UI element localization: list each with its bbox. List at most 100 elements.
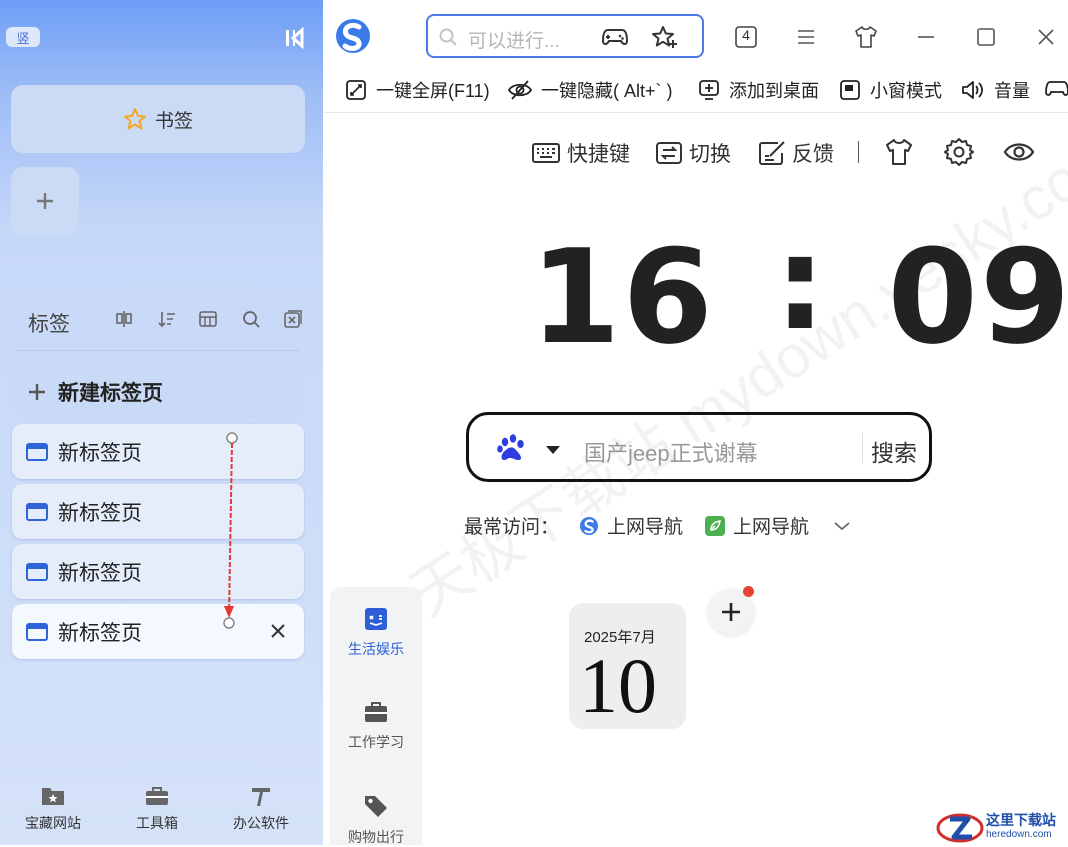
- engine-dropdown-icon[interactable]: [545, 445, 561, 455]
- notification-dot: [743, 586, 754, 597]
- bottom-nav-label: 工具箱: [136, 815, 178, 831]
- bottom-nav-treasure[interactable]: 宝藏网站: [8, 785, 98, 833]
- frequent-link-label: 上网导航: [733, 517, 810, 538]
- corner-logo-title: 这里下载站: [986, 812, 1056, 829]
- settings-gear-icon[interactable]: [944, 137, 974, 167]
- new-tab-label: 新建标签页: [58, 382, 163, 405]
- volume-button[interactable]: 音量: [961, 77, 1030, 103]
- frequent-link[interactable]: 上网导航: [705, 512, 809, 539]
- tab-title: 新标签页: [58, 621, 142, 645]
- search-icon: [439, 28, 457, 46]
- close-tab-icon[interactable]: [268, 621, 288, 641]
- eye-icon[interactable]: [1003, 139, 1035, 165]
- skin-shirt-icon[interactable]: [884, 137, 914, 167]
- site-logo-icon: [936, 813, 984, 842]
- skin-shirt-icon[interactable]: [853, 24, 879, 50]
- frequent-link-label: 上网导航: [607, 517, 684, 538]
- browser-tab-icon: [26, 502, 48, 521]
- sort-icon[interactable]: [157, 309, 177, 329]
- add-bookmark-button[interactable]: [11, 167, 79, 235]
- green-leaf-icon: [705, 515, 726, 536]
- plus-icon: [37, 193, 53, 209]
- tab-item[interactable]: 新标签页: [12, 424, 304, 479]
- game-mode-button[interactable]: [1045, 77, 1068, 99]
- tab-item[interactable]: 新标签页: [12, 484, 304, 539]
- align-icon[interactable]: [114, 309, 134, 329]
- browser-logo-icon[interactable]: [334, 17, 372, 55]
- tab-item[interactable]: 新标签页: [12, 544, 304, 599]
- main-search-box[interactable]: 国产jeep正式谢幕 搜索: [466, 412, 932, 482]
- gamepad-icon[interactable]: [602, 26, 628, 48]
- bookmark-card[interactable]: 书签: [11, 85, 305, 153]
- divider: [14, 350, 300, 351]
- volume-icon: [962, 81, 983, 99]
- switch-button[interactable]: 切换: [655, 138, 731, 168]
- frequent-visits: 最常访问： 上网导航 上网导航: [464, 512, 851, 539]
- chevron-down-icon[interactable]: [833, 520, 851, 532]
- mini-window-button[interactable]: 小窗模式: [839, 77, 942, 103]
- feedback-button[interactable]: 反馈: [758, 138, 834, 168]
- browser-tab-icon: [26, 442, 48, 461]
- frequent-link[interactable]: 上网导航: [579, 512, 683, 539]
- add-to-desktop-button[interactable]: 添加到桌面: [698, 77, 819, 103]
- clock: 16 : 09: [530, 218, 1068, 362]
- hide-window-button[interactable]: 一键隐藏( Alt+` ): [508, 77, 673, 103]
- new-tab-button[interactable]: 新建标签页: [14, 366, 302, 418]
- bottom-nav-office[interactable]: 办公软件: [216, 785, 306, 833]
- category-entertainment[interactable]: 生活娱乐: [330, 607, 422, 659]
- collapse-sidebar-icon[interactable]: [283, 27, 307, 49]
- add-to-desktop-label: 添加到桌面: [729, 81, 819, 101]
- tab-count-button[interactable]: 4: [733, 24, 759, 50]
- keyboard-icon: [532, 143, 560, 163]
- drag-arrow-indicator: [223, 432, 238, 629]
- minimize-icon[interactable]: [913, 24, 939, 50]
- add-desktop-icon: [699, 80, 719, 100]
- switch-icon: [656, 142, 682, 164]
- bottom-nav-toolbox[interactable]: 工具箱: [112, 785, 202, 833]
- fullscreen-button[interactable]: 一键全屏(F11): [345, 77, 490, 103]
- calendar-day: 10: [579, 642, 657, 729]
- tab-title: 新标签页: [58, 561, 142, 585]
- toolbox-icon: [146, 787, 168, 805]
- clock-colon: :: [774, 207, 829, 359]
- close-window-icon[interactable]: [1033, 24, 1059, 50]
- fullscreen-label: 一键全屏(F11): [376, 81, 490, 101]
- sidebar: 竖 书签 标签 新建标签页 新标签页 新标签页 新标签页 新标签页 宝藏网站 工…: [0, 0, 323, 845]
- star-icon: [123, 108, 146, 130]
- star-add-icon[interactable]: [652, 25, 678, 49]
- clock-hours: 16: [530, 221, 715, 373]
- tabs-section-title: 标签: [28, 313, 70, 336]
- shortcut-keys-button[interactable]: 快捷键: [531, 138, 630, 168]
- search-tabs-icon[interactable]: [241, 309, 261, 329]
- calendar-widget[interactable]: 2025年7月 10: [569, 603, 686, 729]
- toolbar-separator: [858, 141, 859, 163]
- hide-eye-icon: [508, 80, 532, 100]
- search-button[interactable]: 搜索: [871, 434, 917, 468]
- plus-icon: [29, 384, 45, 400]
- baidu-paw-icon[interactable]: [496, 432, 528, 464]
- address-search-placeholder: 可以进行...: [468, 31, 560, 52]
- category-shopping-travel[interactable]: 购物出行: [330, 793, 422, 847]
- menu-icon[interactable]: [793, 24, 819, 50]
- close-all-tabs-icon[interactable]: [283, 309, 303, 329]
- briefcase-icon: [365, 702, 387, 722]
- gamepad-icon: [1045, 81, 1068, 96]
- category-panel: 生活娱乐 工作学习 购物出行: [330, 587, 422, 845]
- sub-toolbar: 一键全屏(F11) 一键隐藏( Alt+` ) 添加到桌面 小窗模式 音量: [323, 68, 1068, 113]
- sogou-logo-icon: [580, 516, 599, 535]
- grid-view-icon[interactable]: [198, 309, 218, 329]
- bottom-nav-label: 办公软件: [233, 815, 289, 831]
- tab-item-active[interactable]: 新标签页: [12, 604, 304, 659]
- main-search-placeholder: 国产jeep正式谢幕: [584, 441, 758, 466]
- maximize-icon[interactable]: [973, 24, 999, 50]
- browser-tab-icon: [26, 562, 48, 581]
- mini-window-label: 小窗模式: [870, 81, 942, 101]
- category-work-study[interactable]: 工作学习: [330, 700, 422, 752]
- corner-logo-url: heredown.com: [986, 828, 1052, 840]
- address-search-box[interactable]: 可以进行...: [426, 14, 704, 58]
- clock-minutes: 09: [887, 221, 1068, 373]
- category-label: 生活娱乐: [348, 641, 404, 657]
- search-separator: [862, 433, 863, 463]
- tool-label: 切换: [689, 143, 731, 166]
- orientation-toggle[interactable]: 竖: [6, 27, 40, 47]
